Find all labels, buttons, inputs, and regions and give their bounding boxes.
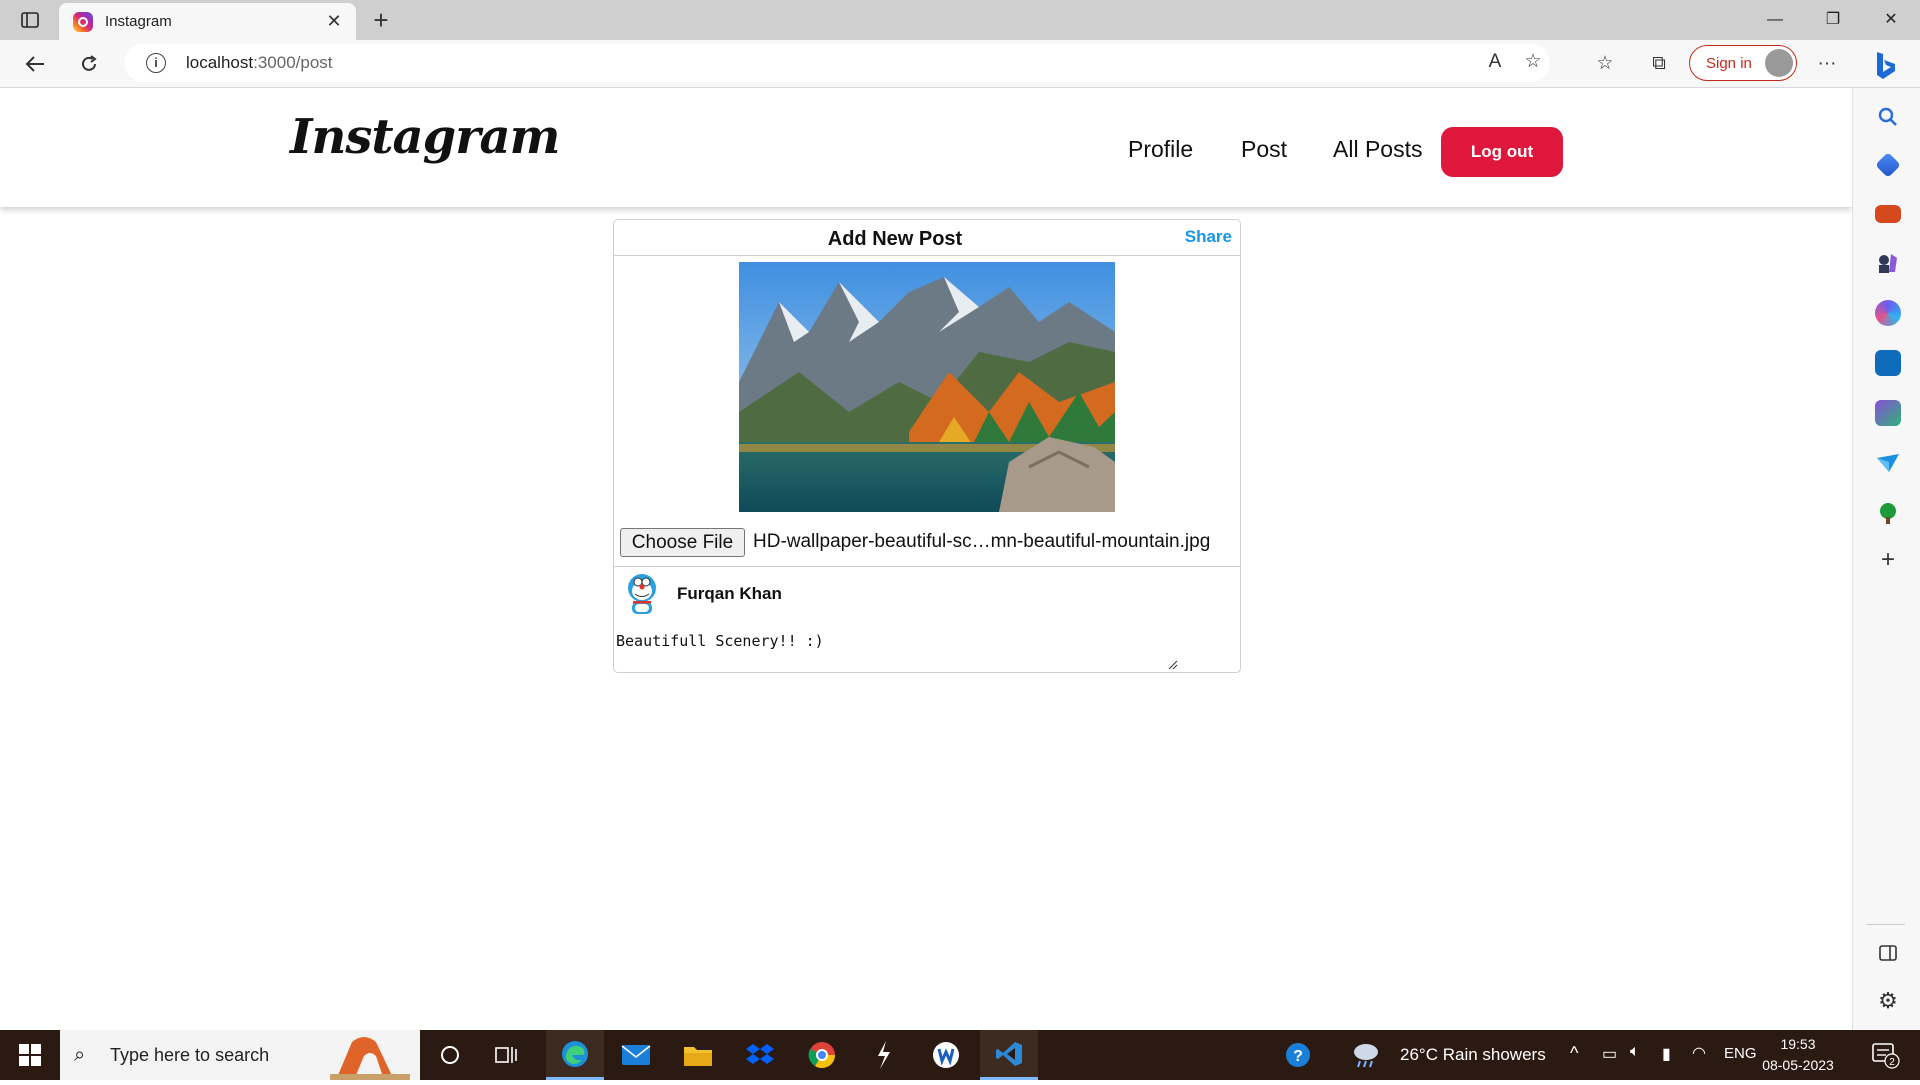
minimize-icon[interactable]: — xyxy=(1752,4,1798,36)
volume-icon[interactable]: 🔈︎ xyxy=(1630,1043,1640,1061)
browser-toolbar: i localhost:3000/post A ☆ ☆ ⧉ Sign in ··… xyxy=(0,40,1920,88)
url-text: localhost:3000/post xyxy=(186,53,333,73)
notification-count: 2 xyxy=(1889,1057,1895,1068)
edge-taskbar-icon[interactable] xyxy=(546,1030,604,1080)
app-navbar: Instagram Profile Post All Posts Log out xyxy=(0,89,1852,207)
browser-window: Instagram ✕ + — ❐ ✕ i localhost:3000/pos… xyxy=(0,0,1920,1030)
instagram-logo[interactable]: Instagram xyxy=(290,109,560,165)
weather-text[interactable]: 26°C Rain showers xyxy=(1400,1045,1546,1065)
add-icon[interactable]: + xyxy=(1875,548,1901,574)
meet-now-icon[interactable]: ▭ xyxy=(1602,1044,1617,1064)
vscode-icon[interactable] xyxy=(980,1030,1038,1080)
mail-icon[interactable] xyxy=(608,1030,664,1080)
resize-handle-icon[interactable] xyxy=(1168,660,1178,670)
wifi-icon[interactable]: ◠ xyxy=(1692,1043,1706,1063)
instagram-favicon-icon xyxy=(73,12,93,32)
windows-taskbar: ⌕ Type here to search ? 26°C Rain shower… xyxy=(0,1030,1920,1080)
split-screen-icon[interactable] xyxy=(1875,940,1901,966)
outlook-icon[interactable] xyxy=(1875,350,1901,376)
address-bar[interactable]: i localhost:3000/post A ☆ xyxy=(124,44,1550,82)
add-favorite-icon[interactable]: ☆ xyxy=(1518,48,1548,76)
taskbar-search-box[interactable]: ⌕ Type here to search xyxy=(60,1030,420,1080)
user-name: Furqan Khan xyxy=(677,584,782,603)
notification-center-icon[interactable]: 2 xyxy=(1858,1030,1912,1080)
task-view-icon[interactable] xyxy=(478,1030,534,1080)
share-button[interactable]: Share xyxy=(1185,227,1232,247)
word-app-icon[interactable] xyxy=(918,1030,974,1080)
dev-tool-icon[interactable] xyxy=(856,1030,912,1080)
bing-copilot-icon[interactable] xyxy=(1866,46,1906,86)
file-explorer-icon[interactable] xyxy=(670,1030,726,1080)
refresh-icon[interactable] xyxy=(72,48,106,80)
close-window-icon[interactable]: ✕ xyxy=(1868,4,1914,36)
profile-avatar-icon xyxy=(1765,49,1793,77)
card-header: Add New Post Share xyxy=(614,220,1240,256)
search-magnifier-icon: ⌕ xyxy=(74,1044,86,1066)
svg-text:?: ? xyxy=(1293,1048,1303,1065)
games-icon[interactable] xyxy=(1875,250,1901,276)
search-icon[interactable] xyxy=(1875,104,1901,130)
shopping-tag-icon[interactable] xyxy=(1875,152,1901,178)
clock-time: 19:53 xyxy=(1780,1036,1816,1052)
url-host: localhost xyxy=(186,53,254,72)
favorites-icon[interactable]: ☆ xyxy=(1590,50,1620,78)
nav-post-link[interactable]: Post xyxy=(1241,136,1287,163)
taskbar-clock[interactable]: 19:53 08-05-2023 xyxy=(1762,1034,1834,1076)
designer-icon[interactable] xyxy=(1875,400,1901,426)
close-tab-icon[interactable]: ✕ xyxy=(322,9,346,33)
dropbox-icon[interactable] xyxy=(732,1030,788,1080)
tools-icon[interactable] xyxy=(1875,205,1901,223)
sign-in-label: Sign in xyxy=(1706,55,1752,72)
sidebar-divider xyxy=(1867,924,1905,925)
nav-all-posts-link[interactable]: All Posts xyxy=(1333,136,1422,163)
url-path: :3000/post xyxy=(253,53,333,72)
new-tab-icon[interactable]: + xyxy=(366,6,396,34)
tab-title: Instagram xyxy=(105,13,172,30)
office-icon[interactable] xyxy=(1875,300,1901,326)
help-icon[interactable]: ? xyxy=(1270,1030,1326,1080)
collections-icon[interactable]: ⧉ xyxy=(1644,50,1674,78)
tab-actions-icon[interactable] xyxy=(14,6,46,34)
search-placeholder: Type here to search xyxy=(110,1045,270,1065)
cortana-icon[interactable] xyxy=(422,1030,478,1080)
logout-button[interactable]: Log out xyxy=(1441,127,1563,177)
weather-rain-icon[interactable] xyxy=(1346,1030,1386,1080)
search-highlight-art xyxy=(330,1034,410,1080)
tab-strip: Instagram ✕ + — ❐ ✕ xyxy=(0,0,1920,40)
battery-icon[interactable]: ▮ xyxy=(1662,1044,1671,1064)
browser-tab[interactable]: Instagram ✕ xyxy=(59,3,356,40)
read-aloud-icon[interactable]: A xyxy=(1480,48,1510,76)
tray-overflow-icon[interactable]: ^ xyxy=(1570,1043,1578,1064)
restore-icon[interactable]: ❐ xyxy=(1810,4,1856,36)
send-icon[interactable] xyxy=(1875,450,1901,476)
page-content: Instagram Profile Post All Posts Log out… xyxy=(0,89,1852,1030)
post-preview-image xyxy=(739,262,1115,512)
back-icon[interactable] xyxy=(18,48,52,80)
windows-start-icon[interactable] xyxy=(0,1030,60,1080)
chrome-icon[interactable] xyxy=(794,1030,850,1080)
clock-date: 08-05-2023 xyxy=(1762,1057,1834,1073)
sign-in-button[interactable]: Sign in xyxy=(1689,45,1797,81)
nav-profile-link[interactable]: Profile xyxy=(1128,136,1193,163)
doraemon-avatar xyxy=(622,572,662,618)
caption-textarea[interactable]: Beautifull Scenery!! :) xyxy=(614,620,1182,672)
more-options-icon[interactable]: ··· xyxy=(1812,50,1842,78)
site-info-icon[interactable]: i xyxy=(146,53,166,73)
card-divider xyxy=(614,566,1240,567)
file-input-row: Choose File HD-wallpaper-beautiful-sc…mn… xyxy=(620,528,1240,558)
edge-sidebar: + ⚙ xyxy=(1852,88,1920,1030)
settings-gear-icon[interactable]: ⚙ xyxy=(1875,988,1901,1014)
card-title: Add New Post xyxy=(827,228,963,250)
language-indicator[interactable]: ENG xyxy=(1724,1045,1757,1062)
choose-file-button[interactable]: Choose File xyxy=(620,528,745,557)
caption-text: Beautifull Scenery!! :) xyxy=(616,632,824,650)
tree-icon[interactable] xyxy=(1875,500,1901,526)
selected-file-name: HD-wallpaper-beautiful-sc…mn-beautiful-m… xyxy=(753,531,1211,552)
add-post-card: Add New Post Share Choose File HD-wallpa… xyxy=(613,219,1241,673)
